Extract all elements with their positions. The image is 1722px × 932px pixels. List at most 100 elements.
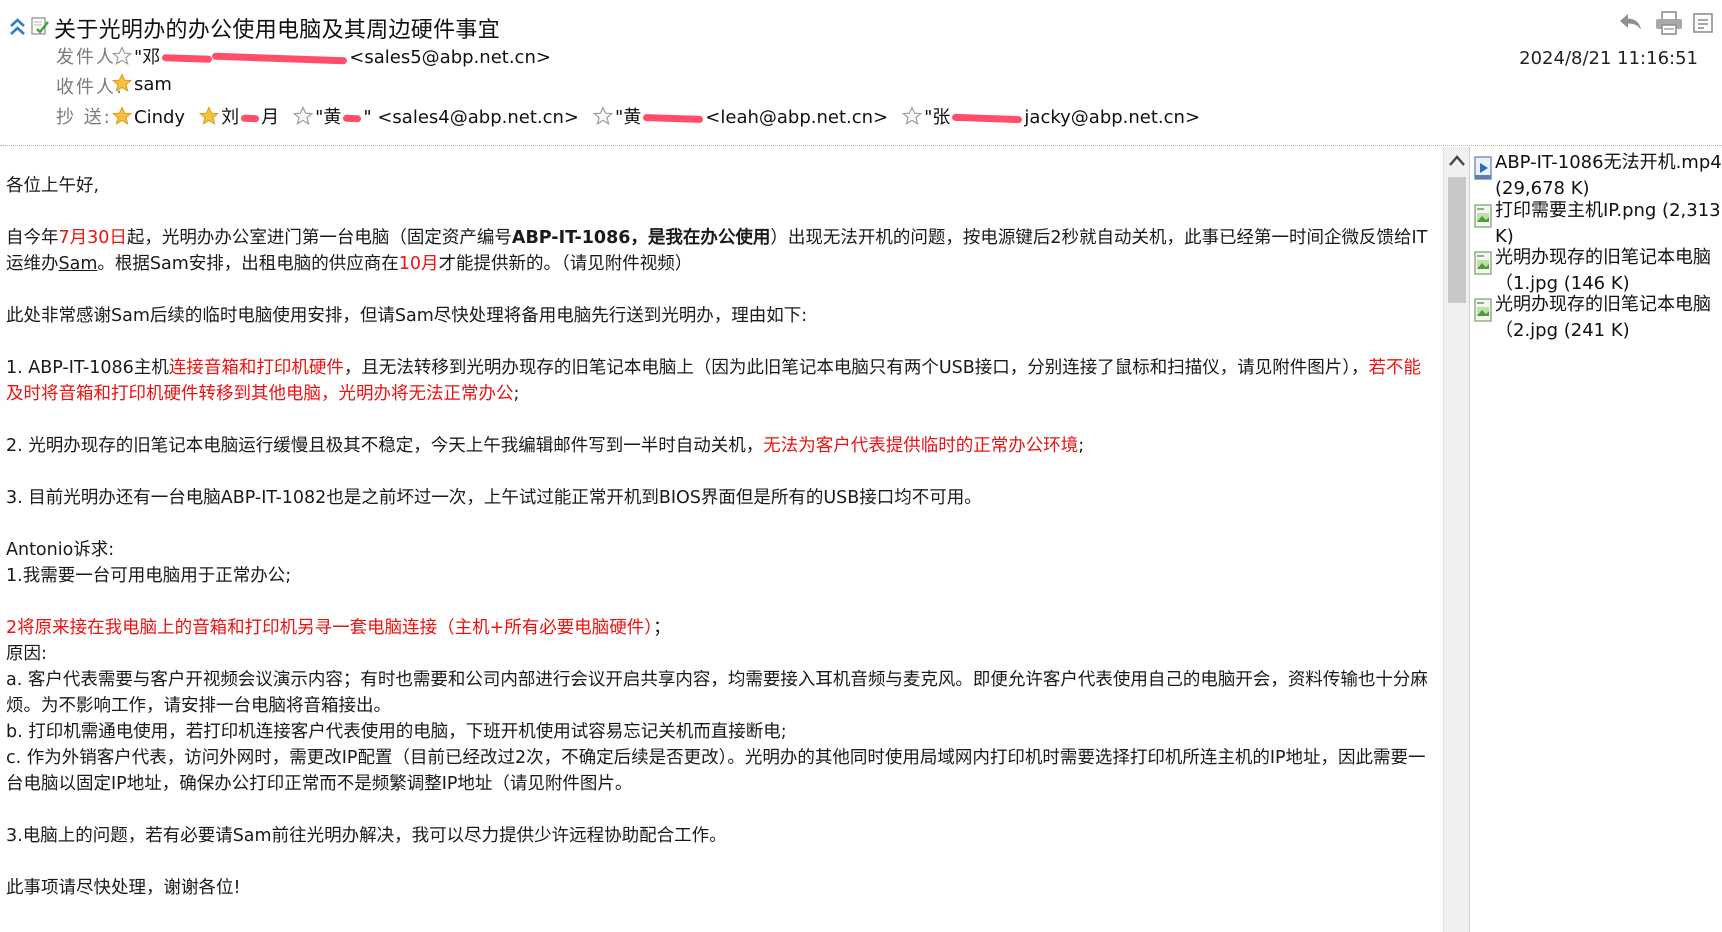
text-run: 起，光明办办公室进门第一台电脑（固定资产编号 bbox=[126, 228, 512, 248]
image-file-icon bbox=[1474, 204, 1492, 228]
attachment-name: 打印需要主机IP.png (2,313 K) bbox=[1495, 200, 1721, 247]
attachment-item[interactable]: 打印需要主机IP.png (2,313 K) bbox=[1474, 198, 1722, 247]
star-gold-icon[interactable] bbox=[112, 106, 132, 126]
highlight-text: 连接音箱和打印机硬件 bbox=[168, 358, 344, 378]
highlight-text: 将原来接在我电脑上的音箱和打印机另寻一套电脑连接（主机+所有必要电脑硬件） bbox=[17, 618, 654, 638]
highlight-date: 7月30日 bbox=[58, 228, 127, 248]
star-empty-icon[interactable] bbox=[593, 106, 613, 126]
star-empty-icon[interactable] bbox=[112, 46, 132, 66]
chevron-up-icon[interactable] bbox=[1447, 153, 1467, 169]
text-run: 2 bbox=[6, 618, 18, 638]
paragraph-8: 2将原来接在我电脑上的音箱和打印机另寻一套电脑连接（主机+所有必要电脑硬件）； bbox=[6, 615, 1437, 641]
attachment-item[interactable]: 光明办现存的旧笔记本电脑（1.jpg (146 K) bbox=[1474, 245, 1722, 294]
cc-recipient[interactable]: Cindy bbox=[112, 106, 185, 128]
redaction-mark bbox=[240, 114, 260, 122]
cc-recipient-name: Cindy bbox=[134, 107, 186, 128]
reply-icon[interactable] bbox=[1617, 10, 1643, 34]
text-run: 自今年 bbox=[6, 228, 59, 248]
attachment-name: 光明办现存的旧笔记本电脑（2.jpg (241 K) bbox=[1495, 294, 1711, 341]
to-name: sam bbox=[134, 74, 172, 95]
text-run: ； bbox=[653, 618, 671, 638]
mail-header: 关于光明办的办公使用电脑及其周边硬件事宜 发件人: "邓 <sales5@abp.… bbox=[0, 0, 1722, 146]
scrollbar-thumb[interactable] bbox=[1448, 177, 1466, 303]
redaction-mark bbox=[952, 113, 1023, 123]
highlight-text: 无法为客户代表提供临时的正常办公环境 bbox=[763, 436, 1079, 456]
cc-recipient-name: "张 bbox=[924, 107, 951, 128]
attachment-item[interactable]: 光明办现存的旧笔记本电脑（2.jpg (241 K) bbox=[1474, 292, 1722, 341]
paragraph-4: 2. 光明办现存的旧笔记本电脑运行缓慢且极其不稳定，今天上午我编辑邮件写到一半时… bbox=[6, 433, 1437, 459]
image-file-icon bbox=[1474, 251, 1492, 275]
image-file-icon bbox=[1474, 298, 1492, 322]
paragraph-13: 3.电脑上的问题，若有必要请Sam前往光明办解决，我可以尽力提供少许远程协助配合… bbox=[6, 826, 727, 846]
cc-recipient[interactable]: 刘月 bbox=[199, 103, 279, 129]
cc-recipient-name: "黄 bbox=[615, 107, 642, 128]
cc-recipient-name: 刘 bbox=[221, 107, 240, 128]
cc-recipient-tail: jacky@abp.net.cn> bbox=[1024, 107, 1201, 128]
pane-divider[interactable] bbox=[1469, 147, 1470, 932]
text-run: 2. 光明办现存的旧笔记本电脑运行缓慢且极其不稳定，今天上午我编辑邮件写到一半时… bbox=[6, 436, 764, 456]
from-name: "邓 bbox=[134, 47, 161, 68]
cc-list: Cindy 刘月 "黄 " <sales4@abp.net.cn> "黄 <leah@ab… bbox=[112, 103, 1214, 129]
text-run: ; bbox=[1078, 436, 1085, 456]
redaction-mark bbox=[643, 113, 704, 123]
paragraph-14: 此事项请尽快处理，谢谢各位! bbox=[6, 878, 241, 898]
text-run: 1. ABP-IT-1086主机 bbox=[6, 358, 169, 378]
paragraph-1: 自今年7月30日起，光明办办公室进门第一台电脑（固定资产编号ABP-IT-108… bbox=[6, 225, 1437, 277]
text-run: 才能提供新的。（请见附件视频） bbox=[438, 254, 693, 274]
paragraph-9: 原因: bbox=[6, 644, 47, 664]
mail-subject: 关于光明办的办公使用电脑及其周边硬件事宜 bbox=[54, 18, 501, 43]
mention-sam-link[interactable]: Sam bbox=[59, 254, 98, 274]
star-empty-icon[interactable] bbox=[902, 106, 923, 126]
cc-recipient-tail: " <sales4@abp.net.cn> bbox=[363, 107, 579, 128]
more-icon[interactable] bbox=[1692, 10, 1714, 36]
star-gold-icon[interactable] bbox=[112, 73, 132, 93]
text-run: ; bbox=[513, 384, 520, 404]
paragraph-12: c. 作为外销客户代表，访问外网时，需更改IP配置（目前已经改过2次，不确定后续… bbox=[6, 748, 1426, 794]
attachment-name: 光明办现存的旧笔记本电脑（1.jpg (146 K) bbox=[1495, 247, 1711, 294]
paragraph-6: Antonio诉求: bbox=[6, 540, 115, 560]
read-status-icon bbox=[31, 17, 49, 35]
paragraph-7: 1.我需要一台可用电脑用于正常办公; bbox=[6, 566, 292, 586]
text-run: 。根据Sam安排，出租电脑的供应商在 bbox=[97, 254, 399, 274]
from-value[interactable]: "邓 <sales5@abp.net.cn> bbox=[112, 43, 551, 69]
cc-recipient-tail: 月 bbox=[261, 107, 280, 128]
cc-recipient[interactable]: "黄 " <sales4@abp.net.cn> bbox=[293, 103, 579, 129]
attachments-pane: ABP-IT-1086无法开机.mp4 (29,678 K) 打印需要主机IP.… bbox=[1471, 147, 1722, 932]
mail-datetime: 2024/8/21 11:16:51 bbox=[1519, 48, 1698, 69]
highlight-month: 10月 bbox=[398, 254, 439, 274]
greeting: 各位上午好, bbox=[6, 176, 100, 196]
text-run: ，且无法转移到光明办现存的旧笔记本电脑上（因为此旧笔记本电脑只有两个USB接口，… bbox=[343, 358, 1369, 378]
attachment-name: ABP-IT-1086无法开机.mp4 (29,678 K) bbox=[1495, 152, 1722, 199]
star-empty-icon[interactable] bbox=[293, 106, 314, 126]
redaction-mark bbox=[162, 53, 213, 63]
attachment-item[interactable]: ABP-IT-1086无法开机.mp4 (29,678 K) bbox=[1474, 150, 1722, 199]
paragraph-2: 此处非常感谢Sam后续的临时电脑使用安排，但请Sam尽快处理将备用电脑先行送到光… bbox=[6, 306, 808, 326]
vertical-scrollbar[interactable] bbox=[1443, 147, 1469, 932]
cc-recipient[interactable]: "黄 <leah@abp.net.cn> bbox=[593, 103, 888, 129]
star-gold-icon[interactable] bbox=[199, 106, 220, 126]
paragraph-5: 3. 目前光明办还有一台电脑ABP-IT-1082也是之前坏过一次，上午试过能正… bbox=[6, 488, 982, 508]
cc-label: 抄 送: bbox=[56, 107, 112, 128]
cc-recipient[interactable]: "张 jacky@abp.net.cn> bbox=[902, 103, 1200, 129]
paragraph-3: 1. ABP-IT-1086主机连接音箱和打印机硬件，且无法转移到光明办现存的旧… bbox=[6, 355, 1437, 407]
cc-recipient-tail: <leah@abp.net.cn> bbox=[705, 107, 889, 128]
collapse-header-icon[interactable] bbox=[9, 17, 26, 37]
paragraph-11: b. 打印机需通电使用，若打印机连接客户代表使用的电脑，下班开机使用试容易忘记关… bbox=[6, 722, 787, 742]
cc-recipient-name: "黄 bbox=[315, 107, 342, 128]
redaction-mark bbox=[343, 114, 362, 122]
asset-id-bold: ABP-IT-1086，是我在办公使用 bbox=[511, 228, 771, 248]
redaction-mark bbox=[212, 52, 348, 64]
mail-body: 各位上午好, 自今年7月30日起，光明办办公室进门第一台电脑（固定资产编号ABP… bbox=[0, 147, 1443, 932]
to-value[interactable]: sam bbox=[112, 73, 172, 95]
print-icon[interactable] bbox=[1654, 10, 1684, 36]
